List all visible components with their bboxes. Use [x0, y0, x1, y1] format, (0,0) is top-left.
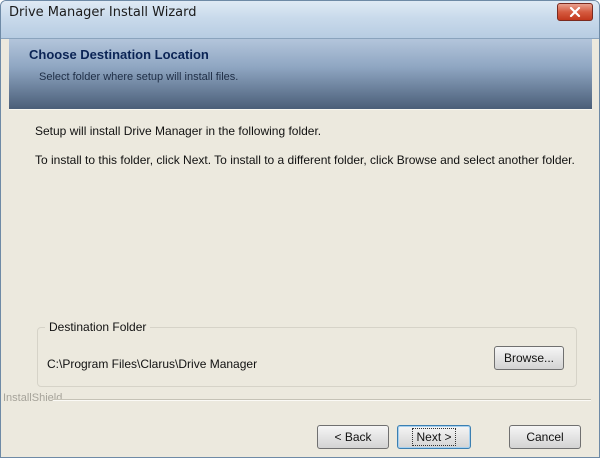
banner-title: Choose Destination Location — [29, 47, 209, 62]
cancel-button-label: Cancel — [526, 430, 564, 444]
back-button-label: < Back — [334, 430, 372, 444]
install-location-text: Setup will install Drive Manager in the … — [35, 124, 322, 138]
cancel-button[interactable]: Cancel — [509, 425, 581, 449]
next-button-label: Next > — [412, 428, 456, 446]
browse-button-label: Browse... — [503, 351, 554, 365]
installshield-brand: InstallShield — [3, 392, 63, 404]
banner-subtitle: Select folder where setup will install f… — [39, 71, 239, 83]
header-banner: Choose Destination Location Select folde… — [9, 39, 592, 109]
next-button[interactable]: Next > — [397, 425, 471, 449]
instruction-text: To install to this folder, click Next. T… — [35, 153, 575, 167]
install-wizard-window: Drive Manager Install Wizard Choose Dest… — [0, 0, 600, 458]
browse-button[interactable]: Browse... — [494, 346, 564, 370]
destination-folder-path: C:\Program Files\Clarus\Drive Manager — [47, 357, 258, 371]
destination-folder-label: Destination Folder — [45, 320, 151, 334]
window-title: Drive Manager Install Wizard — [9, 5, 197, 20]
close-icon — [569, 7, 581, 17]
close-button[interactable] — [557, 3, 593, 21]
installshield-divider — [53, 399, 591, 401]
title-bar[interactable]: Drive Manager Install Wizard — [1, 1, 599, 39]
back-button[interactable]: < Back — [317, 425, 389, 449]
